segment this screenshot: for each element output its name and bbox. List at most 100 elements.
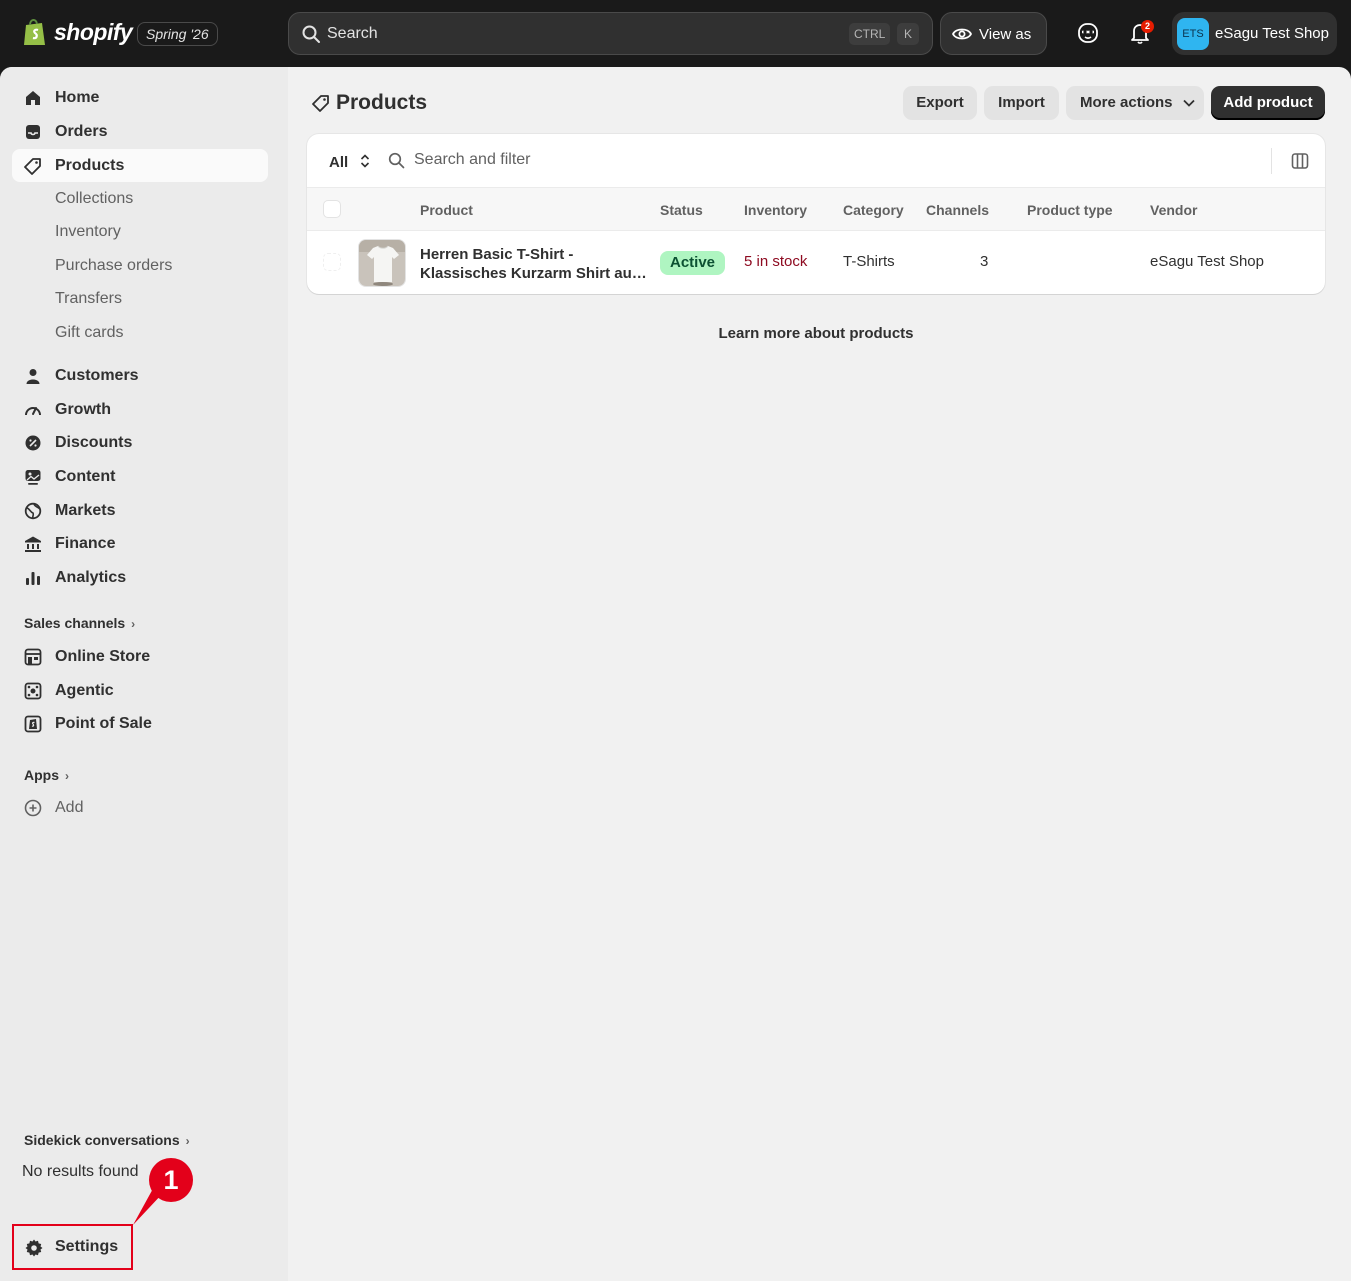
- global-search[interactable]: Search CTRL K: [288, 12, 933, 55]
- sidebar-item-label: Content: [55, 468, 116, 485]
- column-header-vendor[interactable]: Vendor: [1150, 202, 1197, 218]
- select-all-checkbox[interactable]: [323, 200, 341, 218]
- sidekick-conversations-heading[interactable]: Sidekick conversations ›: [24, 1132, 190, 1148]
- sidebar-item-orders[interactable]: Orders: [12, 115, 268, 148]
- import-button[interactable]: Import: [984, 86, 1059, 120]
- agentic-icon: [24, 682, 42, 700]
- shortcut-k-key: K: [897, 23, 919, 45]
- edition-badge[interactable]: Spring '26: [137, 22, 218, 46]
- content-icon: [25, 470, 41, 485]
- status-badge: Active: [660, 251, 726, 275]
- notification-count-badge: 2: [1141, 20, 1154, 33]
- export-button[interactable]: Export: [903, 86, 977, 120]
- search-and-filter-placeholder: Search and filter: [414, 151, 531, 168]
- search-icon: [302, 25, 320, 43]
- product-name-line-1: Herren Basic T-Shirt -: [420, 246, 574, 263]
- column-header-channels[interactable]: Channels: [926, 202, 989, 218]
- category-cell: T-Shirts: [843, 253, 895, 270]
- sales-channels-label: Sales channels: [24, 615, 126, 631]
- sidebar-item-add-app[interactable]: Add: [12, 791, 268, 824]
- sidebar-subitem-collections[interactable]: Collections: [55, 190, 133, 208]
- view-as-button[interactable]: View as: [940, 12, 1047, 55]
- page-title: Products: [312, 91, 427, 115]
- sidebar-item-markets[interactable]: Markets: [12, 494, 268, 527]
- sidebar-item-home[interactable]: Home: [12, 81, 268, 114]
- divider: [1271, 148, 1272, 174]
- sidebar-item-label: Discounts: [55, 434, 133, 451]
- shopify-logo[interactable]: shopify: [22, 17, 133, 47]
- table-row[interactable]: Herren Basic T-Shirt - Klassisches Kurza…: [307, 231, 1325, 294]
- inventory-cell: 5 in stock: [744, 253, 808, 270]
- add-product-button[interactable]: Add product: [1211, 86, 1325, 120]
- annotation-number: 1: [163, 1165, 178, 1195]
- chevron-right-icon: ›: [131, 617, 136, 631]
- sidebar-item-label: Finance: [55, 535, 116, 552]
- columns-icon[interactable]: [1291, 152, 1309, 170]
- learn-more-link[interactable]: Learn more about products: [307, 325, 1325, 342]
- sidebar-item-label: Growth: [55, 401, 111, 418]
- sidebar-item-content[interactable]: Content: [12, 460, 268, 493]
- column-header-inventory[interactable]: Inventory: [744, 202, 807, 218]
- discount-icon: [25, 435, 41, 451]
- chevron-right-icon: ›: [65, 769, 69, 783]
- sidebar-item-label: Home: [55, 89, 100, 106]
- sidebar-item-finance[interactable]: Finance: [12, 527, 268, 560]
- product-name[interactable]: Herren Basic T-Shirt - Klassisches Kurza…: [420, 245, 650, 283]
- filter-bar: All Search and filter: [307, 134, 1325, 187]
- sort-updown-icon: [361, 154, 370, 168]
- store-menu-button[interactable]: ETS eSagu Test Shop: [1172, 12, 1337, 55]
- column-header-category[interactable]: Category: [843, 202, 904, 218]
- bank-icon: [25, 536, 41, 552]
- sidebar-item-discounts[interactable]: Discounts: [12, 426, 268, 459]
- search-and-filter-input[interactable]: Search and filter: [388, 151, 531, 169]
- sidekick-icon[interactable]: [1077, 21, 1099, 45]
- store-avatar: ETS: [1177, 18, 1209, 50]
- annotation-callout: 1: [133, 1158, 193, 1225]
- sidebar-item-customers[interactable]: Customers: [12, 359, 268, 392]
- apps-heading[interactable]: Apps ›: [24, 767, 69, 783]
- column-header-product-type[interactable]: Product type: [1027, 202, 1113, 218]
- view-selector[interactable]: All: [329, 153, 370, 171]
- sidebar-item-point-of-sale[interactable]: Point of Sale: [12, 707, 268, 740]
- shortcut-ctrl-key: CTRL: [849, 23, 891, 45]
- page-title-text: Products: [336, 91, 428, 114]
- view-as-label: View as: [979, 26, 1032, 43]
- more-actions-button[interactable]: More actions: [1066, 86, 1204, 120]
- more-actions-label: More actions: [1080, 94, 1173, 111]
- sales-channels-heading[interactable]: Sales channels ›: [24, 615, 135, 631]
- sidekick-empty-text: No results found: [22, 1163, 139, 1180]
- view-selector-label: All: [329, 154, 349, 171]
- chevron-right-icon: ›: [185, 1134, 190, 1148]
- sidebar-item-online-store[interactable]: Online Store: [12, 640, 268, 673]
- sidebar-item-label: Add: [55, 799, 84, 816]
- sidebar-subitem-purchase-orders[interactable]: Purchase orders: [55, 257, 172, 275]
- store-icon: [24, 648, 42, 666]
- sidebar-item-label: Orders: [55, 123, 108, 140]
- sidebar-item-settings[interactable]: Settings: [12, 1224, 133, 1270]
- column-header-status[interactable]: Status: [660, 202, 703, 218]
- sidebar: Home Orders Products Collections Invento…: [0, 67, 288, 1281]
- sidebar-item-growth[interactable]: Growth: [12, 393, 268, 426]
- sidebar-item-agentic[interactable]: Agentic: [12, 674, 268, 707]
- sidebar-subitem-gift-cards[interactable]: Gift cards: [55, 324, 123, 342]
- sidebar-item-products[interactable]: Products: [12, 149, 268, 182]
- sidebar-item-analytics[interactable]: Analytics: [12, 561, 268, 594]
- tag-icon: [312, 95, 329, 112]
- sidebar-item-label: Point of Sale: [55, 715, 152, 732]
- channels-cell: 3: [980, 253, 989, 270]
- apps-label: Apps: [24, 767, 59, 783]
- product-thumbnail: [358, 239, 406, 287]
- sidekick-conversations-label: Sidekick conversations: [24, 1132, 180, 1148]
- pos-icon: [24, 715, 42, 733]
- plus-circle-icon: [24, 799, 42, 817]
- column-header-product[interactable]: Product: [420, 202, 473, 218]
- tag-icon: [24, 158, 41, 175]
- gear-icon: [25, 1239, 43, 1257]
- top-bar: shopify Spring '26 Search CTRL K View as…: [0, 0, 1351, 67]
- sidebar-item-label: Markets: [55, 502, 116, 519]
- sidebar-subitem-transfers[interactable]: Transfers: [55, 290, 122, 308]
- gauge-icon: [25, 407, 41, 416]
- table-header: Product Status Inventory Category Channe…: [307, 187, 1325, 231]
- sidebar-subitem-inventory[interactable]: Inventory: [55, 223, 121, 241]
- row-checkbox[interactable]: [323, 253, 341, 271]
